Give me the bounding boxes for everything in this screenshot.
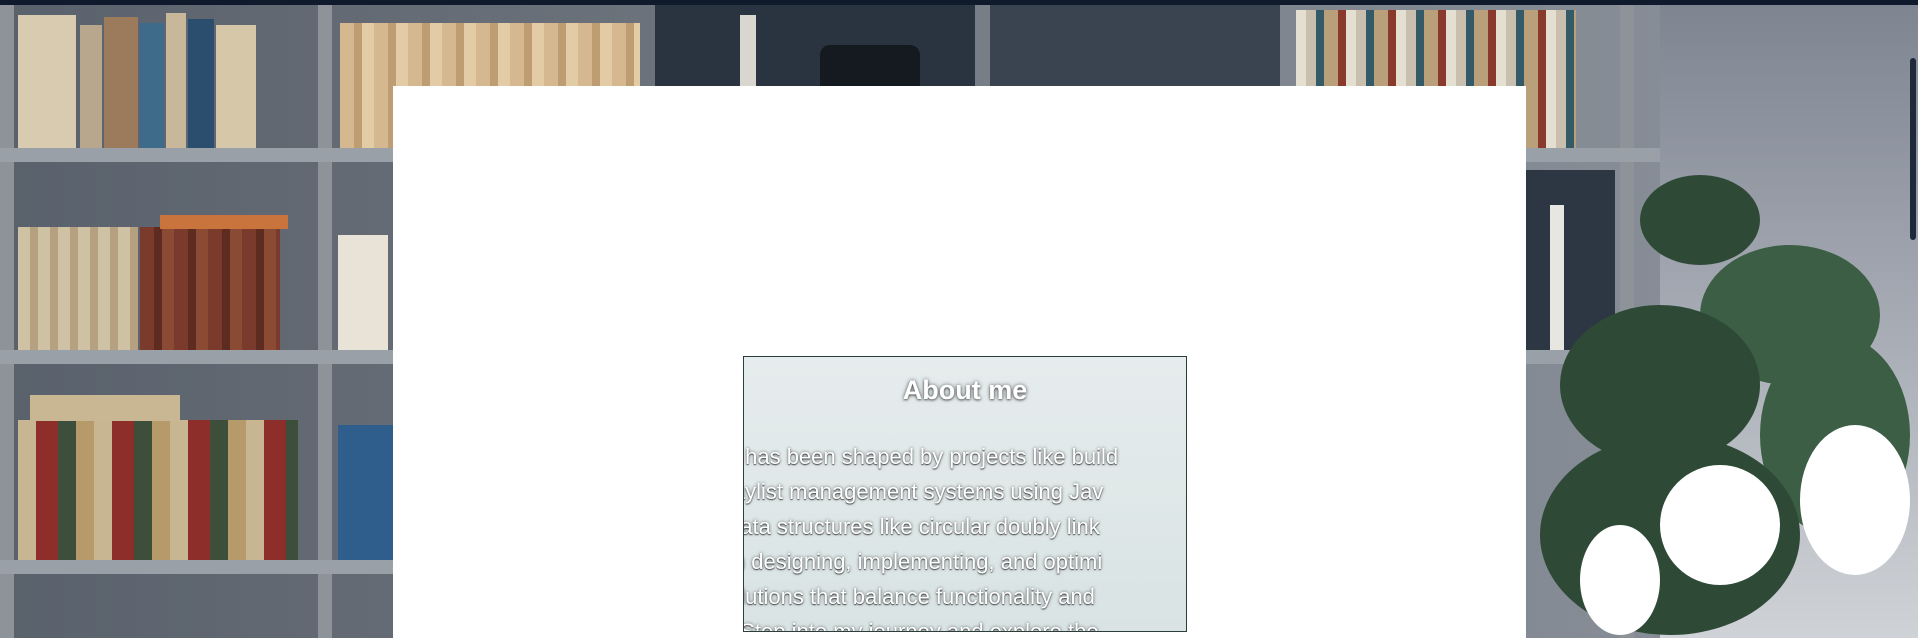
shelf-post xyxy=(0,5,14,638)
about-line: laylist management systems using Jav xyxy=(743,479,1104,504)
shelf-post xyxy=(318,5,332,638)
about-me-text: y has been shaped by projects like build… xyxy=(743,439,1186,632)
about-me-title: About me xyxy=(902,375,1028,405)
page-scrollbar[interactable] xyxy=(1906,0,1918,638)
about-line: y has been shaped by projects like build xyxy=(743,444,1119,469)
scrollbar-thumb[interactable] xyxy=(1910,58,1916,240)
shelf-board xyxy=(0,148,400,162)
shelf-board xyxy=(1520,148,1660,162)
shelf-board xyxy=(0,560,400,574)
shelf-board xyxy=(0,350,400,364)
about-line: . Step into my journey and explore the xyxy=(743,619,1099,632)
about-line: in designing, implementing, and optimi xyxy=(743,549,1103,574)
about-line: data structures like circular doubly lin… xyxy=(743,514,1100,539)
about-line: olutions that balance functionality and xyxy=(743,584,1095,609)
about-me-card: About me y has been shaped by projects l… xyxy=(743,356,1187,632)
